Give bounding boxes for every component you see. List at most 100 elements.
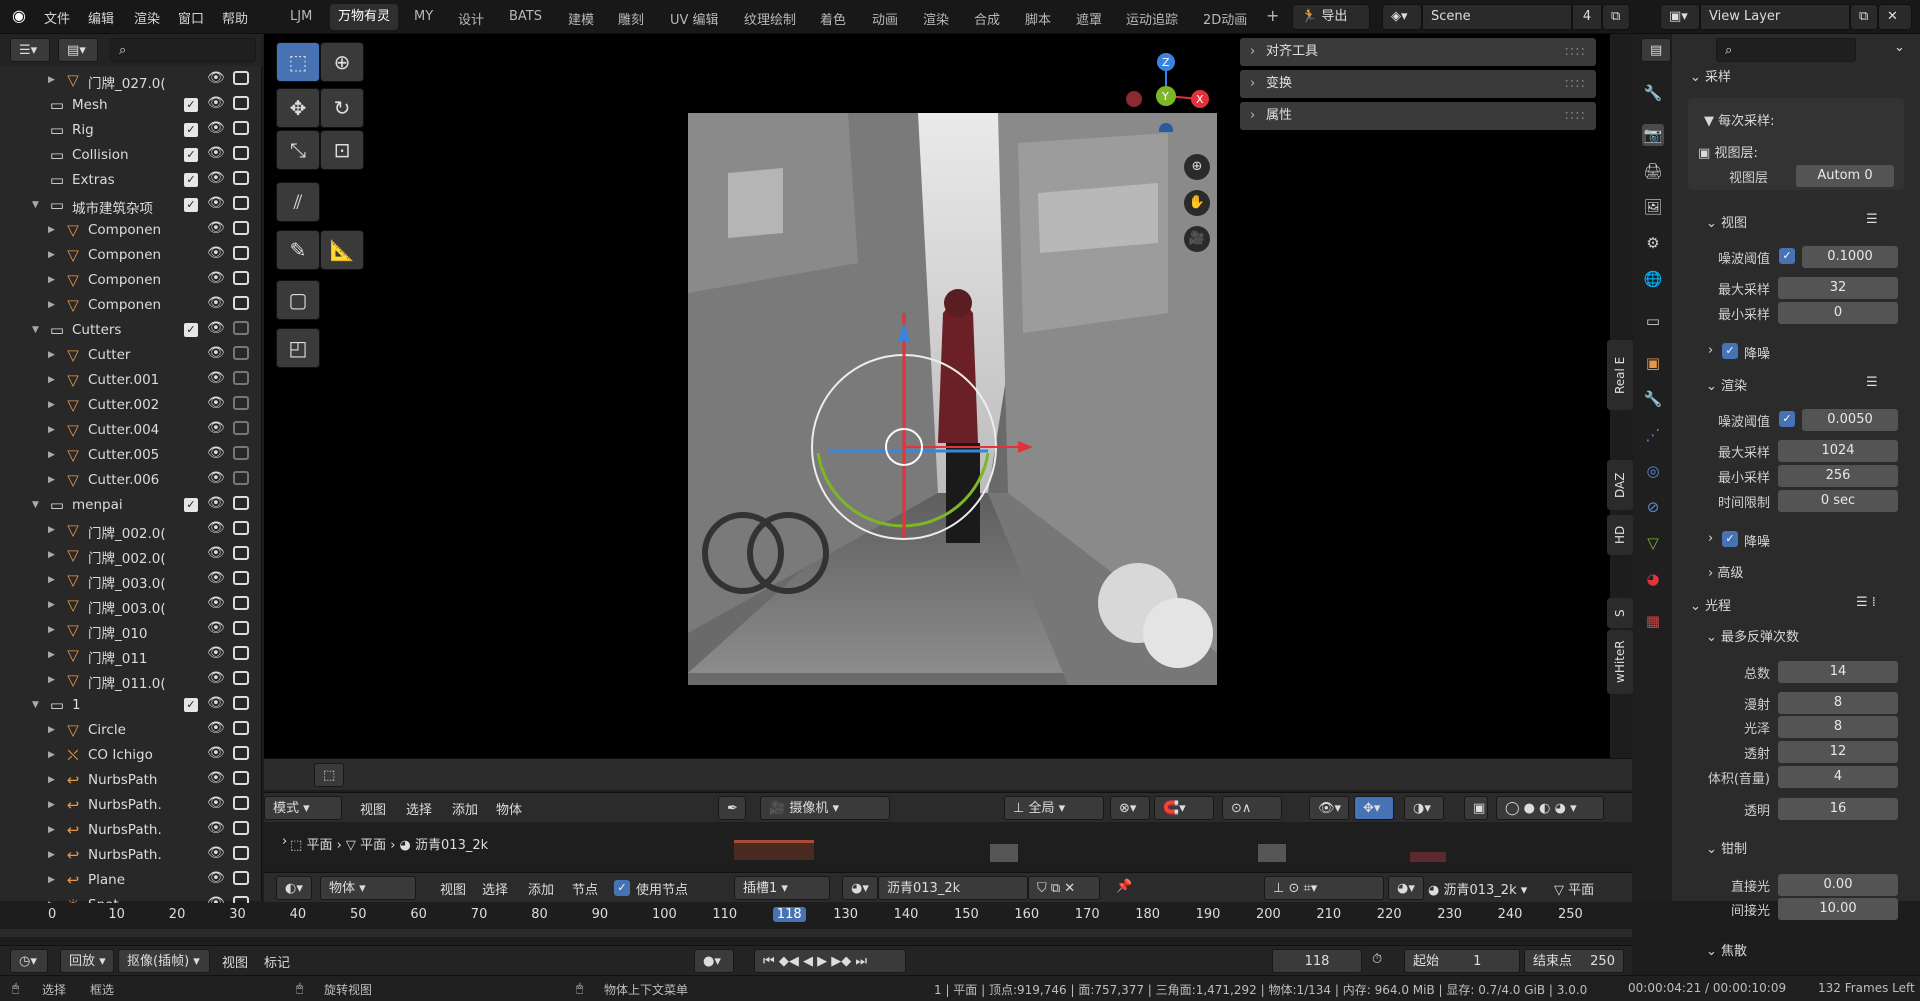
menu-select[interactable]: 选择 [406, 799, 432, 818]
scene-name-field[interactable]: Scene [1422, 4, 1572, 30]
collection-tab-icon[interactable]: ▭ [1642, 310, 1664, 332]
render-noise-threshold-checkbox[interactable]: ✓ [1779, 411, 1795, 427]
viewport-denoise-checkbox[interactable]: ✓ [1722, 343, 1738, 359]
proportional-edit-icon[interactable]: ⊙∧ [1222, 796, 1282, 820]
outliner-item-name[interactable]: 1 [72, 697, 180, 713]
outliner-row[interactable]: ▼ ▭ 1 ✓ 👁 [0, 693, 262, 718]
outliner-item-name[interactable]: 门牌_003.0( [88, 572, 200, 592]
outliner-item-name[interactable]: Extras [72, 172, 180, 188]
drag-handle-icon[interactable]: :::: [1564, 38, 1586, 66]
outliner-item-name[interactable]: Collision [72, 147, 180, 163]
glossy-bounces-field[interactable]: 8 [1778, 716, 1898, 738]
viewport-3d[interactable]: ⬚ ⊕ ✥ ↻ ⤡ ⊡ ⫽ ✎ 📐 ▢ ◰ Z X Y ⊕ ✋ 🎥 [264, 34, 1620, 786]
transparent-bounces-field[interactable]: 16 [1778, 798, 1898, 820]
render-camera-icon[interactable] [233, 196, 249, 210]
start-frame-field[interactable]: 起始 1 [1404, 949, 1520, 973]
bevel-tool-icon[interactable]: ◰ [276, 328, 320, 368]
workspace-tab[interactable]: LJM [290, 9, 312, 24]
workspace-tab[interactable]: 运动追踪 [1126, 9, 1178, 28]
outliner-item-name[interactable]: Cutter.005 [88, 447, 200, 463]
properties-editor-icon[interactable]: ▤ [1641, 38, 1671, 62]
slot-dropdown[interactable]: 插槽1 ▾ [734, 876, 830, 900]
expand-arrow-icon[interactable]: ▶ [48, 275, 55, 285]
eye-icon[interactable]: 👁 [207, 70, 225, 86]
export-button[interactable]: 🏃 导出 [1292, 4, 1370, 30]
expand-arrow-icon[interactable]: ▶ [48, 450, 55, 460]
render-sampling-section[interactable]: ⌄ 渲染 [1706, 375, 1747, 394]
outliner-item-name[interactable]: 门牌_011 [88, 647, 200, 667]
eye-icon[interactable]: 👁 [207, 620, 225, 636]
eye-icon[interactable]: 👁 [207, 145, 225, 161]
eye-icon[interactable]: 👁 [207, 820, 225, 836]
render-camera-icon[interactable] [233, 321, 249, 335]
outliner-item-name[interactable]: NurbsPath. [88, 797, 200, 813]
outliner-row[interactable]: ▶ ▽ 门牌_011 👁 [0, 643, 262, 668]
menu-view[interactable]: 视图 [440, 879, 466, 898]
render-camera-icon[interactable] [233, 471, 249, 485]
workspace-tab[interactable]: 着色 [820, 9, 846, 28]
outliner-item-name[interactable]: 城市建筑杂项 [72, 197, 180, 217]
editor-type-icon[interactable]: ☰▾ [10, 38, 50, 62]
expand-arrow-icon[interactable]: ▶ [48, 350, 55, 360]
time-limit-field[interactable]: 0 sec [1778, 490, 1898, 512]
object-shader-dropdown[interactable]: 物体 ▾ [320, 876, 416, 900]
timeline-editor-icon[interactable]: ◷▾ [10, 949, 48, 973]
eye-icon[interactable]: 👁 [207, 870, 225, 886]
gizmo-neg-x-icon[interactable] [1126, 91, 1142, 107]
preset-list-icon[interactable]: ☰ ⁞ [1856, 595, 1876, 610]
outliner-row[interactable]: ▶ ▽ 门牌_003.0(👁 [0, 568, 262, 593]
collapse-arrow-icon[interactable]: ▼ [32, 325, 39, 335]
expand-arrow-icon[interactable]: ▶ [48, 750, 55, 760]
node-toggle-icon[interactable]: › [282, 834, 287, 849]
outliner-item-name[interactable]: Cutter.004 [88, 422, 200, 438]
node[interactable] [1410, 852, 1446, 862]
viewport-sampling-section[interactable]: ⌄ 视图 [1706, 212, 1747, 231]
caustics-section[interactable]: ⌄ 焦散 [1706, 940, 1747, 959]
outliner-item-name[interactable]: 门牌_002.0( [88, 547, 200, 567]
pin-icon[interactable]: 📌 [1116, 879, 1132, 894]
outliner-item-name[interactable]: Plane [88, 872, 200, 888]
collapse-arrow-icon[interactable]: ▼ [32, 200, 39, 210]
workspace-tab[interactable]: MY [414, 9, 433, 24]
outliner-item-name[interactable]: Cutter.001 [88, 372, 200, 388]
outliner-item-name[interactable]: 门牌_002.0( [88, 522, 200, 542]
eye-icon[interactable]: 👁 [207, 120, 225, 136]
x-arrow-head-icon[interactable] [1018, 441, 1033, 453]
pivot-point-icon[interactable]: ⊗▾ [1110, 796, 1150, 820]
workspace-tab[interactable]: 渲染 [923, 9, 949, 28]
viewport-max-samples-field[interactable]: 32 [1778, 277, 1898, 299]
material-actions-icon[interactable]: ⛉ ⧉ ✕ [1028, 876, 1100, 900]
expand-arrow-icon[interactable]: ▶ [48, 250, 55, 260]
outliner-row[interactable]: ▶ ↩ NurbsPath 👁 [0, 768, 262, 793]
world-tab-icon[interactable]: 🌐 [1642, 268, 1664, 290]
timeline-ruler[interactable]: 0 10 20 30 40 50 60 70 80 90 100 110 118 130 140 150 160… [0, 903, 1632, 943]
drag-handle-icon[interactable]: :::: [1564, 70, 1586, 98]
current-frame-field[interactable]: 118 [1272, 949, 1362, 973]
indirect-light-clamp-field[interactable]: 10.00 [1778, 898, 1898, 920]
current-frame-indicator[interactable]: 118 [772, 907, 806, 922]
menu-add[interactable]: 添加 [452, 799, 478, 818]
outliner-row[interactable]: ▶ ▽ Cutter.004 👁 [0, 418, 262, 443]
constraints-tab-icon[interactable]: ⊘ [1642, 496, 1664, 518]
preset-list-icon[interactable]: ☰ [1866, 375, 1878, 390]
render-camera-icon[interactable] [233, 696, 249, 710]
outliner-item-name[interactable]: 门牌_003.0( [88, 597, 200, 617]
render-camera-icon[interactable] [233, 771, 249, 785]
eye-icon[interactable]: 👁 [207, 270, 225, 286]
eye-icon[interactable]: 👁 [207, 845, 225, 861]
expand-arrow-icon[interactable]: ▶ [48, 550, 55, 560]
eye-icon[interactable]: 👁 [207, 445, 225, 461]
outliner-row[interactable]: ▶ ▽ Cutter 👁 [0, 343, 262, 368]
transform-orientation-dropdown[interactable]: ⊥ 全局 ▾ [1004, 796, 1104, 820]
outliner-row[interactable]: ▶ ▽ Componen 👁 [0, 293, 262, 318]
select-box-tool-icon[interactable]: ⬚ [276, 42, 320, 82]
menu-edit[interactable]: 编辑 [88, 8, 114, 27]
volume-bounces-field[interactable]: 4 [1778, 766, 1898, 788]
render-max-samples-field[interactable]: 1024 [1778, 440, 1898, 462]
material-browse-icon[interactable]: ◕▾ [842, 876, 878, 900]
workspace-tab[interactable]: BATS [509, 9, 542, 24]
outliner-item-name[interactable]: NurbsPath. [88, 847, 200, 863]
exclude-checkbox[interactable]: ✓ [184, 498, 198, 512]
outliner-row[interactable]: ▶ ↩ NurbsPath. 👁 [0, 818, 262, 843]
expand-arrow-icon[interactable]: ▶ [48, 625, 55, 635]
